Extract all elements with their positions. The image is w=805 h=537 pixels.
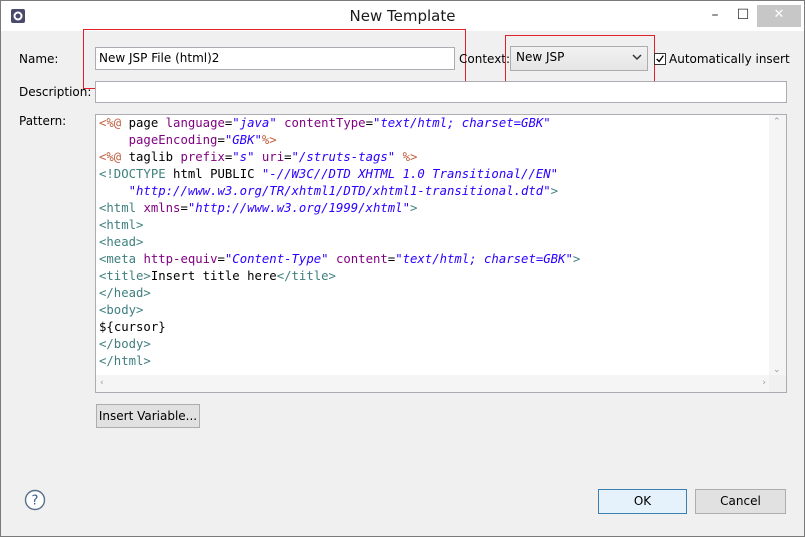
code-line: <html xmlns="http://www.w3.org/1999/xhtm… [99, 201, 418, 215]
cancel-button[interactable]: Cancel [695, 489, 786, 514]
title-bar: New Template – ☐ ✕ [1, 1, 804, 31]
code-line: pageEncoding="GBK"%> [128, 133, 277, 147]
code-line: <%@ page language="java" contentType="te… [99, 116, 551, 130]
name-highlight-box [83, 29, 466, 89]
code-line: <!DOCTYPE html PUBLIC "-//W3C//DTD XHTML… [99, 167, 559, 181]
code-line: "http://www.w3.org/TR/xhtml1/DTD/xhtml1-… [128, 184, 559, 198]
description-label: Description: [19, 85, 92, 99]
scrollbar-corner [769, 375, 786, 392]
pattern-label: Pattern: [19, 114, 67, 128]
horizontal-scrollbar[interactable]: ‹ › [96, 375, 770, 392]
scroll-up-icon[interactable]: ⌃ [773, 117, 781, 127]
help-icon-glyph: ? [32, 494, 39, 509]
auto-insert-checkbox[interactable] [654, 53, 666, 65]
code-line: ${cursor} [99, 320, 166, 334]
checkmark-icon [656, 55, 664, 63]
code-line: <body> [99, 303, 144, 317]
code-line: <html> [99, 218, 144, 232]
code-line: <head> [99, 235, 144, 249]
code-line: <title>Insert title here</title> [99, 269, 336, 283]
scroll-right-icon[interactable]: › [762, 378, 766, 388]
pattern-code[interactable]: <%@ page language="java" contentType="te… [99, 115, 580, 370]
ok-button[interactable]: OK [598, 489, 687, 514]
code-line: <meta http-equiv="Content-Type" content=… [99, 252, 581, 266]
close-button[interactable]: ✕ [757, 5, 801, 27]
window-title: New Template [349, 7, 456, 25]
description-input[interactable] [95, 81, 787, 103]
maximize-button[interactable]: ☐ [729, 5, 757, 27]
scroll-down-icon[interactable]: ⌄ [773, 365, 781, 375]
code-line: </head> [99, 286, 151, 300]
minimize-button[interactable]: – [701, 5, 729, 27]
code-line: </html> [99, 354, 151, 368]
help-icon[interactable]: ? [24, 489, 46, 511]
auto-insert-label: Automatically insert [669, 52, 790, 66]
code-line: <%@ taglib prefix="s" uri="/struts-tags"… [99, 150, 418, 164]
insert-variable-button[interactable]: Insert Variable... [96, 404, 200, 428]
pattern-editor[interactable]: <%@ page language="java" contentType="te… [95, 114, 787, 393]
scroll-left-icon[interactable]: ‹ [100, 378, 104, 388]
context-label: Context: [459, 52, 511, 66]
vertical-scrollbar[interactable]: ⌃ ⌄ [769, 115, 786, 377]
name-label: Name: [19, 52, 59, 66]
new-template-dialog: New Template – ☐ ✕ Name: New JSP File (h… [0, 0, 805, 537]
code-line: </body> [99, 337, 151, 351]
